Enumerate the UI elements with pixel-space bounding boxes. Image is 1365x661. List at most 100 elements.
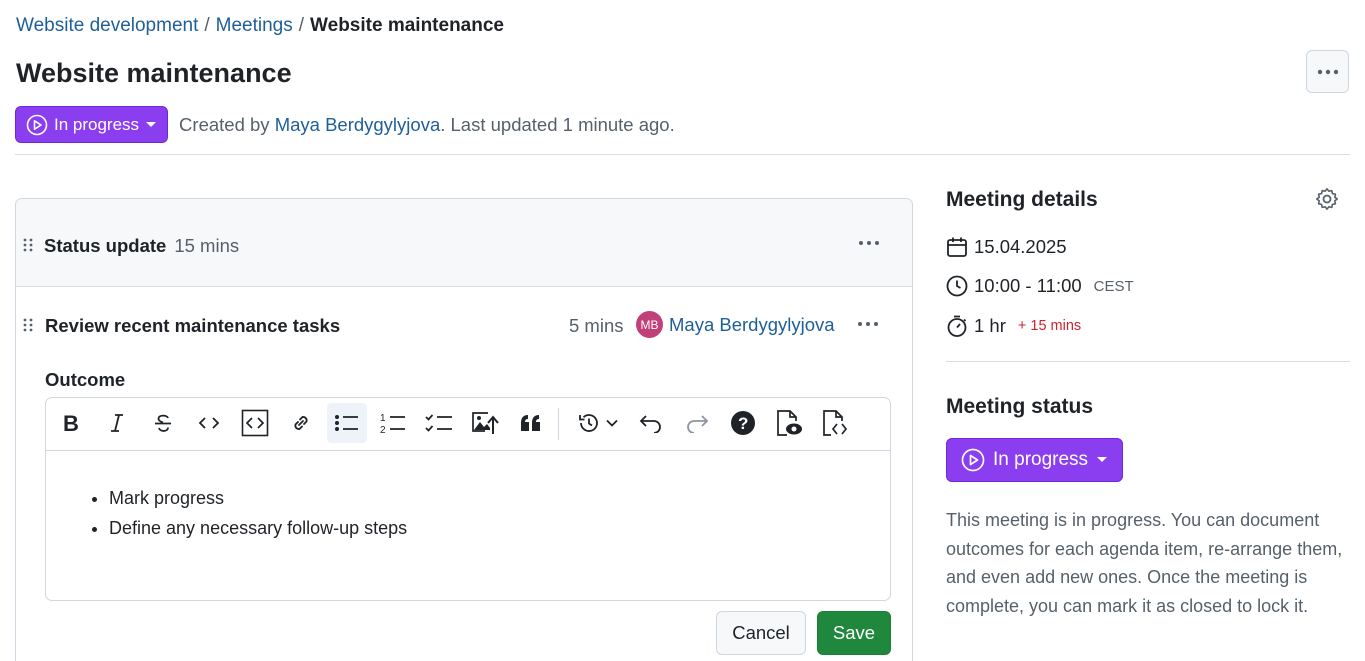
undo-icon	[639, 415, 661, 433]
meeting-time: 10:00 - 11:00	[974, 275, 1082, 296]
redo-button[interactable]	[677, 403, 717, 443]
bold-button[interactable]: B	[51, 403, 91, 443]
svg-text:B: B	[63, 412, 79, 434]
bold-icon: B	[63, 412, 79, 434]
more-icon	[1317, 69, 1338, 74]
meeting-meta: Created by Maya Berdygylyjova. Last upda…	[179, 114, 675, 136]
image-upload-icon	[472, 412, 499, 434]
code-button[interactable]	[189, 403, 229, 443]
italic-button[interactable]	[97, 403, 137, 443]
page-actions-button[interactable]	[1306, 50, 1349, 93]
quote-icon	[521, 415, 540, 431]
strikethrough-button[interactable]	[143, 403, 183, 443]
redo-icon	[687, 415, 709, 433]
meeting-status-label: In progress	[993, 449, 1089, 470]
task-list-icon	[425, 414, 452, 432]
editor-toolbar: B 12 ?	[46, 398, 890, 451]
cancel-button[interactable]: Cancel	[716, 611, 806, 655]
status-label: In progress	[54, 114, 140, 134]
play-circle-icon	[961, 448, 985, 472]
clock-icon	[946, 275, 968, 297]
drag-handle-icon[interactable]	[23, 238, 33, 252]
help-button[interactable]: ?	[723, 403, 763, 443]
meeting-status-dropdown-button[interactable]: In progress	[946, 438, 1124, 482]
calendar-icon	[946, 236, 968, 258]
source-button[interactable]	[815, 403, 855, 443]
caret-down-icon	[146, 121, 157, 127]
presenter-link[interactable]: Maya Berdygylyjova	[669, 314, 835, 336]
link-button[interactable]	[281, 403, 321, 443]
breadcrumb-project-link[interactable]: Website development	[16, 15, 198, 37]
drag-handle-icon[interactable]	[23, 318, 33, 332]
bulleted-list-button[interactable]	[327, 403, 367, 443]
meeting-duration-row: 1 hr + 15 mins	[946, 315, 1081, 337]
preview-icon	[777, 410, 802, 436]
status-row: In progress Created by Maya Berdygylyjov…	[15, 106, 675, 143]
meeting-date: 15.04.2025	[974, 236, 1067, 257]
meeting-timezone: CEST	[1093, 277, 1134, 295]
stopwatch-icon	[946, 315, 968, 337]
list-item: Mark progress	[109, 483, 890, 513]
outcome-editor[interactable]: B 12 ? • Mark progress • Define any nece…	[45, 397, 891, 601]
save-button[interactable]: Save	[817, 611, 891, 655]
section-title: Status update 15 mins	[44, 235, 239, 257]
code-icon	[198, 417, 220, 429]
link-icon	[294, 416, 308, 430]
svg-text:2: 2	[380, 425, 386, 435]
caret-down-icon	[1097, 457, 1108, 462]
image-upload-button[interactable]	[465, 403, 505, 443]
meeting-status-description: This meeting is in progress. You can doc…	[946, 510, 1343, 616]
section-duration: 15 mins	[174, 235, 240, 256]
bulleted-list-icon	[335, 415, 358, 431]
page-title: Website maintenance	[16, 58, 292, 88]
status-dropdown-button[interactable]: In progress	[15, 106, 169, 143]
created-by-prefix: Created by	[179, 113, 270, 135]
history-dropdown-button[interactable]	[568, 403, 628, 443]
svg-text:1: 1	[380, 413, 386, 424]
breadcrumb-separator: /	[204, 15, 210, 36]
history-icon	[579, 414, 598, 432]
list-item: Define any necessary follow-up steps	[109, 513, 890, 543]
author-link[interactable]: Maya Berdygylyjova	[275, 114, 441, 135]
breadcrumb: Website development / Meetings / Website…	[16, 15, 504, 37]
avatar: MB	[636, 311, 663, 338]
agenda-item-duration: 5 mins	[569, 315, 624, 336]
breadcrumb-separator: /	[298, 15, 305, 36]
agenda-item-title: Review recent maintenance tasks	[45, 315, 341, 336]
meeting-date-row: 15.04.2025	[946, 236, 1067, 258]
numbered-list-button[interactable]: 12	[373, 403, 413, 443]
outcome-bullet-list: Mark progress Define any necessary follo…	[109, 483, 890, 543]
chevron-down-icon	[606, 419, 618, 427]
quote-button[interactable]	[511, 403, 551, 443]
code-block-button[interactable]	[235, 403, 275, 443]
breadcrumb-current: Website maintenance	[310, 15, 504, 36]
source-icon	[823, 410, 848, 436]
meeting-details-title: Meeting details	[946, 188, 1098, 211]
editor-content[interactable]: Mark progress Define any necessary follo…	[46, 451, 890, 543]
meeting-duration: 1 hr	[974, 315, 1006, 336]
svg-text:?: ?	[738, 414, 748, 433]
breadcrumb-meetings-link[interactable]: Meetings	[216, 15, 293, 37]
task-list-button[interactable]	[419, 403, 459, 443]
play-circle-icon	[26, 114, 48, 135]
meeting-time-row: 10:00 - 11:00 CEST	[946, 275, 1134, 297]
sidebar-divider	[946, 361, 1350, 362]
preview-button[interactable]	[769, 403, 809, 443]
undo-button[interactable]	[631, 403, 671, 443]
last-updated-text: . Last updated 1 minute ago.	[440, 113, 675, 135]
header-divider	[15, 154, 1350, 155]
meeting-overrun: + 15 mins	[1017, 318, 1082, 334]
item-more-button[interactable]	[858, 322, 878, 326]
gear-icon[interactable]	[1315, 187, 1339, 211]
toolbar-divider	[558, 408, 559, 440]
agenda-panel: Status update 15 mins Review recent maint…	[15, 198, 913, 661]
italic-icon	[111, 414, 123, 432]
strikethrough-icon	[155, 414, 171, 432]
section-more-button[interactable]	[859, 241, 879, 245]
help-icon: ?	[731, 411, 755, 435]
agenda-section-header: Status update 15 mins	[16, 199, 912, 287]
outcome-label: Outcome	[45, 369, 126, 390]
meeting-status-title: Meeting status	[946, 395, 1094, 418]
numbered-list-icon: 12	[380, 413, 405, 435]
section-title-text: Status update	[44, 235, 167, 256]
